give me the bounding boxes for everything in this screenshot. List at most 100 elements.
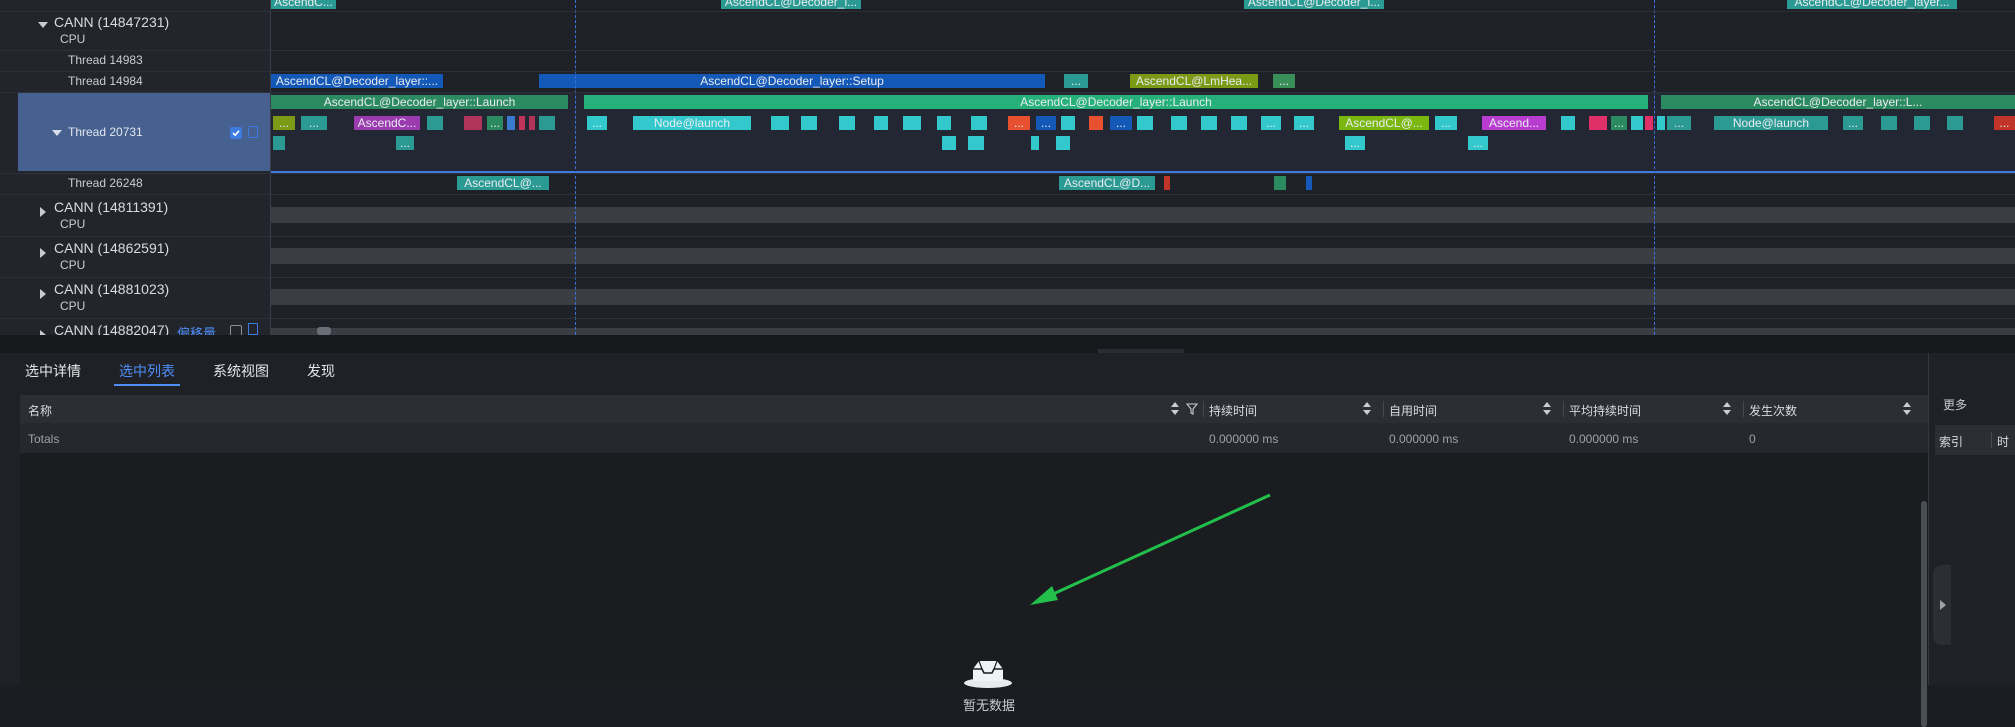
trace-slice[interactable]: ... bbox=[1036, 116, 1056, 130]
trace-slice[interactable] bbox=[801, 116, 817, 130]
sort-icon[interactable] bbox=[1903, 402, 1911, 416]
chevron-down-icon[interactable] bbox=[38, 22, 48, 28]
trace-slice[interactable] bbox=[771, 116, 789, 130]
trace-slice[interactable] bbox=[519, 116, 525, 130]
trace-slice[interactable]: ... bbox=[1064, 74, 1088, 88]
trace-slice[interactable] bbox=[1201, 116, 1217, 130]
sort-icon[interactable] bbox=[1723, 402, 1731, 416]
tab-selection-list[interactable]: 选中列表 bbox=[119, 361, 175, 381]
trace-slice[interactable]: ... bbox=[1994, 116, 2015, 130]
sort-icon[interactable] bbox=[1363, 402, 1371, 416]
trace-slice[interactable]: AscendCL@Decoder_l... bbox=[1244, 0, 1384, 9]
trace-slice[interactable]: ... bbox=[1294, 116, 1314, 130]
trace-slice[interactable]: ... bbox=[1611, 116, 1627, 130]
trace-slice[interactable] bbox=[839, 116, 855, 130]
tab-system-view[interactable]: 系统视图 bbox=[213, 361, 269, 381]
trace-slice[interactable]: ... bbox=[587, 116, 607, 130]
filter-icon[interactable] bbox=[1186, 403, 1198, 415]
trace-slice[interactable]: AscendCL@Decoder_l... bbox=[721, 0, 861, 9]
offset-pin-icon[interactable] bbox=[248, 323, 258, 335]
trace-slice[interactable] bbox=[1306, 176, 1312, 190]
trace-slice[interactable] bbox=[903, 116, 921, 130]
column-header-self-time[interactable]: 自用时间 bbox=[1389, 402, 1437, 419]
trace-slice[interactable] bbox=[1061, 116, 1075, 130]
chevron-down-icon[interactable] bbox=[52, 130, 62, 136]
trace-slice[interactable] bbox=[1589, 116, 1607, 130]
side-column-index[interactable]: 索引 bbox=[1939, 433, 1963, 450]
trace-slice[interactable] bbox=[968, 136, 984, 150]
table-row[interactable]: Totals 0.000000 ms 0.000000 ms 0.000000 … bbox=[20, 423, 1928, 453]
trace-slice[interactable]: ... bbox=[1468, 136, 1488, 150]
trace-slice[interactable]: ... bbox=[1110, 116, 1132, 130]
trace-slice[interactable] bbox=[464, 116, 482, 130]
pin-icon[interactable] bbox=[248, 126, 258, 138]
trace-slice[interactable]: ... bbox=[396, 136, 414, 150]
trace-slice[interactable] bbox=[1947, 116, 1963, 130]
trace-slice[interactable] bbox=[1056, 136, 1070, 150]
trace-slice[interactable]: ... bbox=[1273, 74, 1295, 88]
trace-slice[interactable]: AscendCL@Decoder_layer::... bbox=[271, 74, 443, 88]
tab-selection-details[interactable]: 选中详情 bbox=[25, 361, 81, 381]
trace-slice[interactable] bbox=[1137, 116, 1153, 130]
trace-slice[interactable] bbox=[273, 136, 285, 150]
chevron-right-icon[interactable] bbox=[40, 207, 46, 217]
sort-icon[interactable] bbox=[1171, 402, 1179, 416]
trace-slice[interactable] bbox=[1171, 116, 1187, 130]
trace-slice[interactable] bbox=[539, 116, 555, 130]
trace-slice[interactable] bbox=[937, 116, 951, 130]
trace-slice[interactable] bbox=[874, 116, 888, 130]
trace-slice[interactable] bbox=[1657, 116, 1665, 130]
column-divider[interactable] bbox=[1203, 401, 1204, 417]
column-header-duration[interactable]: 持续时间 bbox=[1209, 402, 1257, 419]
column-divider[interactable] bbox=[1743, 401, 1744, 417]
trace-slice[interactable] bbox=[1881, 116, 1897, 130]
trace-slice[interactable]: AscendCL@Decoder_layer::L... bbox=[1661, 95, 2015, 109]
trace-slice[interactable]: ... bbox=[301, 116, 327, 130]
column-header-occurrences[interactable]: 发生次数 bbox=[1749, 402, 1797, 419]
trace-slice[interactable]: ... bbox=[1435, 116, 1457, 130]
column-divider[interactable] bbox=[1383, 401, 1384, 417]
trace-slice[interactable]: Node@launch bbox=[1714, 116, 1828, 130]
thread-checkbox[interactable] bbox=[230, 127, 242, 139]
trace-slice[interactable]: ... bbox=[1843, 116, 1863, 130]
trace-slice[interactable]: AscendC... bbox=[271, 0, 336, 9]
trace-slice[interactable] bbox=[1089, 116, 1103, 130]
column-header-avg-duration[interactable]: 平均持续时间 bbox=[1569, 402, 1641, 419]
trace-slice[interactable] bbox=[1031, 136, 1039, 150]
trace-slice[interactable] bbox=[1645, 116, 1653, 130]
trace-slice[interactable] bbox=[1231, 116, 1247, 130]
trace-slice[interactable] bbox=[1631, 116, 1643, 130]
trace-slice[interactable]: AscendCL@LmHea... bbox=[1130, 74, 1258, 88]
trace-slice[interactable]: AscendCL@D... bbox=[1059, 176, 1155, 190]
chevron-right-icon[interactable] bbox=[40, 289, 46, 299]
trace-slice[interactable]: ... bbox=[273, 116, 295, 130]
trace-slice[interactable]: Ascend... bbox=[1482, 116, 1546, 130]
trace-slice[interactable]: ... bbox=[1008, 116, 1030, 130]
trace-slice[interactable]: ... bbox=[487, 116, 503, 130]
offset-checkbox[interactable] bbox=[230, 325, 242, 335]
panel-splitter[interactable] bbox=[0, 335, 2015, 353]
trace-slice[interactable] bbox=[427, 116, 443, 130]
side-column-time[interactable]: 时 bbox=[1997, 433, 2009, 450]
trace-slice[interactable]: AscendC... bbox=[354, 116, 420, 130]
trace-slice[interactable]: Node@launch bbox=[633, 116, 751, 130]
tab-discover[interactable]: 发现 bbox=[307, 361, 335, 381]
trace-slice[interactable]: AscendCL@Decoder_layer::Launch bbox=[584, 95, 1648, 109]
trace-slice[interactable]: AscendCL@Decoder_layer... bbox=[1787, 0, 1957, 9]
trace-slice[interactable] bbox=[1274, 176, 1286, 190]
sort-icon[interactable] bbox=[1543, 402, 1551, 416]
column-header-name[interactable]: 名称 bbox=[28, 402, 52, 419]
chevron-right-icon[interactable] bbox=[40, 248, 46, 258]
trace-slice[interactable] bbox=[1561, 116, 1575, 130]
trace-slice[interactable] bbox=[507, 116, 515, 130]
trace-slice[interactable] bbox=[529, 116, 535, 130]
trace-slice[interactable] bbox=[971, 116, 987, 130]
trace-slice[interactable] bbox=[1914, 116, 1930, 130]
trace-slice[interactable]: AscendCL@Decoder_layer::Setup bbox=[539, 74, 1045, 88]
table-scrollbar[interactable] bbox=[1921, 501, 1927, 727]
trace-slice[interactable]: AscendCL@... bbox=[457, 176, 549, 190]
offset-label[interactable]: 偏移量 bbox=[177, 323, 216, 335]
more-label[interactable]: 更多 bbox=[1943, 396, 1967, 413]
trace-slice[interactable] bbox=[1164, 176, 1170, 190]
trace-slice[interactable]: AscendCL@Decoder_layer::Launch bbox=[271, 95, 568, 109]
